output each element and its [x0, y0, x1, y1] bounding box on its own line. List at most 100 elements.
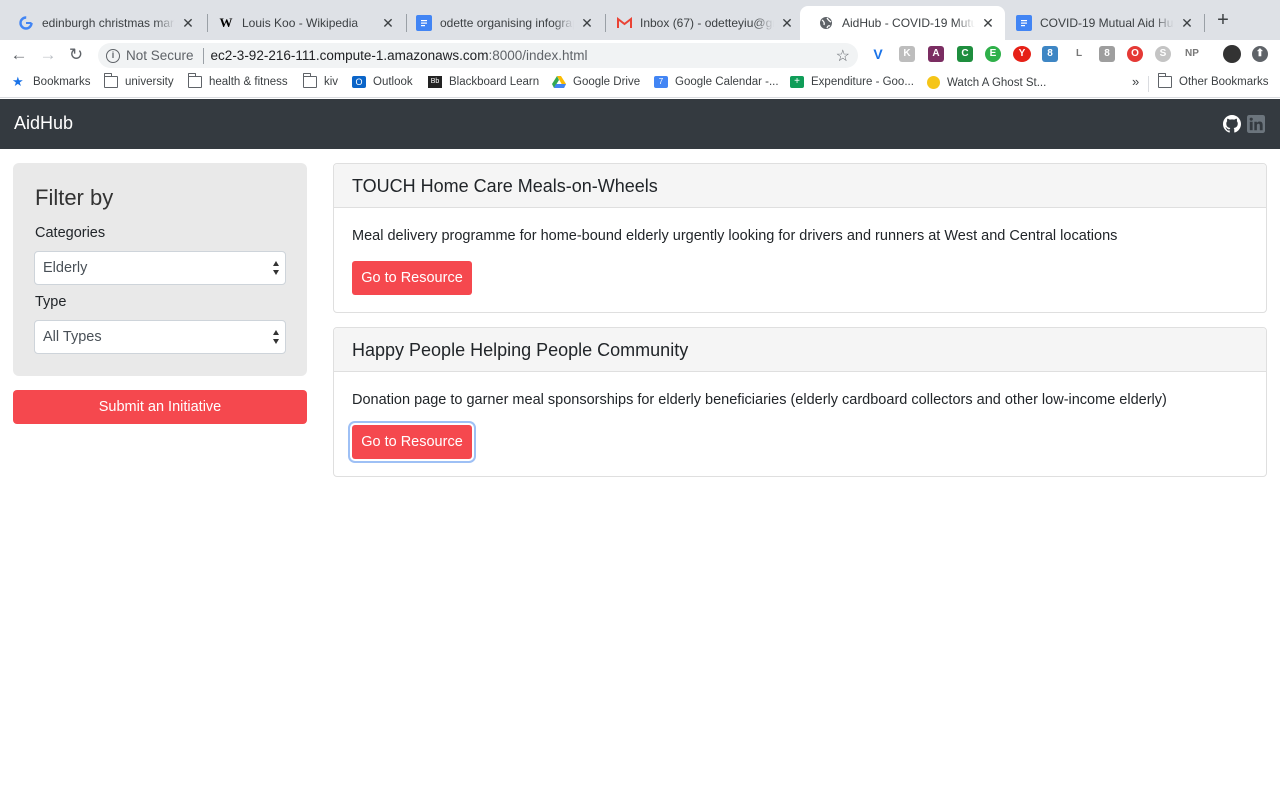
bookmark-item[interactable]: university	[104, 73, 174, 88]
browser-tab[interactable]: Inbox (67) - odetteyiu@gmail ✕	[598, 6, 804, 40]
categories-select[interactable]: Elderly	[34, 251, 286, 285]
globe-icon	[818, 15, 834, 31]
blackboard-icon: Bb	[428, 76, 442, 88]
browser-tab[interactable]: COVID-19 Mutual Aid Hub - ✕	[998, 6, 1204, 40]
film-icon	[927, 76, 940, 89]
extension-icon[interactable]: S	[1155, 46, 1171, 62]
bookmark-label: Outlook	[373, 76, 413, 88]
bookmark-item[interactable]: health & fitness	[188, 73, 288, 88]
download-icon[interactable]: ⬆	[1252, 46, 1268, 62]
url-host: ec2-3-92-216-111.compute-1.amazonaws.com	[210, 48, 489, 63]
browser-tab-active[interactable]: AidHub - COVID-19 Mutual Aid ✕	[800, 6, 1005, 40]
bookmark-label: kiv	[324, 76, 339, 88]
bookmark-label: Expenditure - Goo...	[811, 76, 914, 88]
bookmark-item[interactable]: 7 Google Calendar -...	[654, 76, 779, 88]
close-icon[interactable]: ✕	[580, 15, 594, 32]
extension-icon[interactable]: E	[985, 46, 1001, 62]
outlook-icon: O	[352, 76, 366, 88]
close-icon[interactable]: ✕	[780, 15, 794, 32]
security-indicator[interactable]: Not Secure	[126, 48, 194, 63]
extension-icon[interactable]: 8	[1042, 46, 1058, 62]
tab-label: Inbox (67) - odetteyiu@gmail	[640, 16, 774, 30]
resource-card: Happy People Helping People Community Do…	[333, 327, 1267, 477]
bookmark-item[interactable]: Watch A Ghost St...	[927, 76, 1046, 89]
bookmark-label: Google Calendar -...	[675, 76, 779, 88]
bookmark-item[interactable]: + Expenditure - Goo...	[790, 76, 914, 88]
forward-icon[interactable]: →	[37, 44, 59, 66]
wikipedia-icon: W	[219, 15, 233, 30]
tab-label: odette organising infographic	[440, 16, 574, 30]
reload-icon[interactable]: ↻	[65, 44, 87, 66]
select-arrows-icon	[273, 330, 279, 344]
address-separator	[202, 47, 204, 64]
folder-icon	[303, 73, 317, 88]
bookmark-label: Bookmarks	[33, 76, 91, 88]
extension-icon[interactable]: C	[957, 46, 973, 62]
google-docs-icon	[1016, 15, 1032, 31]
filter-panel: Filter by Categories Elderly Type All Ty…	[13, 163, 307, 376]
close-icon[interactable]: ✕	[981, 15, 995, 32]
resource-body: Meal delivery programme for home-bound e…	[334, 208, 1266, 312]
browser-tab[interactable]: odette organising infographic ✕	[398, 6, 604, 40]
info-icon[interactable]: i	[106, 48, 120, 63]
resource-description: Meal delivery programme for home-bound e…	[352, 228, 1118, 244]
filter-title: Filter by	[35, 185, 114, 210]
type-select[interactable]: All Types	[34, 320, 286, 354]
extension-icon[interactable]: Y	[1013, 46, 1031, 62]
google-icon	[18, 15, 34, 31]
go-to-resource-button[interactable]: Go to Resource	[352, 261, 472, 295]
browser-tab[interactable]: edinburgh christmas market ✕	[0, 6, 205, 40]
resource-card: TOUCH Home Care Meals-on-Wheels Meal del…	[333, 163, 1267, 313]
bookmark-label: university	[125, 76, 174, 88]
tab-label: COVID-19 Mutual Aid Hub -	[1040, 16, 1174, 30]
bookmark-label: Other Bookmarks	[1179, 76, 1269, 88]
back-icon[interactable]: ←	[8, 44, 30, 66]
bookmarks-separator	[1148, 76, 1149, 92]
browser-tabstrip: edinburgh christmas market ✕ W Louis Koo…	[0, 0, 1280, 40]
bookmarks-overflow[interactable]: »	[1132, 74, 1139, 89]
extension-icon[interactable]: 8	[1099, 46, 1115, 62]
extension-icon[interactable]: NP	[1181, 46, 1203, 62]
categories-value: Elderly	[43, 260, 88, 276]
new-tab-button[interactable]: +	[1212, 10, 1234, 32]
browser-toolbar: ← → ↻ i Not Secure ec2-3-92-216-111.comp…	[0, 40, 1280, 70]
extension-icon[interactable]: A	[928, 46, 944, 62]
tab-separator	[1204, 14, 1205, 32]
bookmark-item[interactable]: Bb Blackboard Learn	[428, 76, 539, 88]
browser-tab[interactable]: W Louis Koo - Wikipedia ✕	[200, 6, 405, 40]
close-icon[interactable]: ✕	[1180, 15, 1194, 32]
google-calendar-icon: 7	[654, 76, 668, 88]
type-value: All Types	[43, 329, 102, 345]
bookmark-item[interactable]: O Outlook	[352, 76, 413, 88]
close-icon[interactable]: ✕	[381, 15, 395, 32]
resource-description: Donation page to garner meal sponsorship…	[352, 392, 1167, 408]
tab-label: Louis Koo - Wikipedia	[242, 16, 359, 30]
github-icon[interactable]	[1223, 115, 1241, 133]
type-label: Type	[35, 294, 67, 310]
bookmarks-bar: ★ Bookmarks university health & fitness …	[0, 70, 1280, 98]
bookmark-label: Google Drive	[573, 76, 641, 88]
profile-avatar[interactable]	[1223, 45, 1241, 63]
linkedin-icon[interactable]	[1247, 115, 1265, 133]
close-icon[interactable]: ✕	[181, 15, 195, 32]
go-to-resource-button[interactable]: Go to Resource	[352, 425, 472, 459]
extension-icon[interactable]: L	[1071, 46, 1087, 62]
folder-icon	[1158, 73, 1172, 88]
google-docs-icon	[416, 15, 432, 31]
extension-icon[interactable]: K	[899, 46, 915, 62]
extension-icon[interactable]: V	[870, 46, 886, 62]
bookmark-item[interactable]: ★ Bookmarks	[12, 75, 91, 88]
bookmark-star-icon[interactable]: ☆	[836, 46, 850, 66]
bookmark-label: Blackboard Learn	[449, 76, 540, 88]
address-bar[interactable]: i Not Secure ec2-3-92-216-111.compute-1.…	[98, 43, 858, 68]
bookmark-item[interactable]: kiv	[303, 73, 339, 88]
other-bookmarks[interactable]: Other Bookmarks	[1158, 73, 1269, 88]
google-drive-icon	[552, 76, 566, 88]
bookmark-label: Watch A Ghost St...	[947, 76, 1047, 89]
site-brand[interactable]: AidHub	[14, 113, 73, 134]
extension-icon[interactable]: O	[1127, 46, 1143, 62]
submit-initiative-button[interactable]: Submit an Initiative	[13, 390, 307, 424]
resource-title: TOUCH Home Care Meals-on-Wheels	[334, 164, 1266, 208]
bookmark-item[interactable]: Google Drive	[552, 76, 640, 88]
gmail-icon	[616, 15, 632, 31]
